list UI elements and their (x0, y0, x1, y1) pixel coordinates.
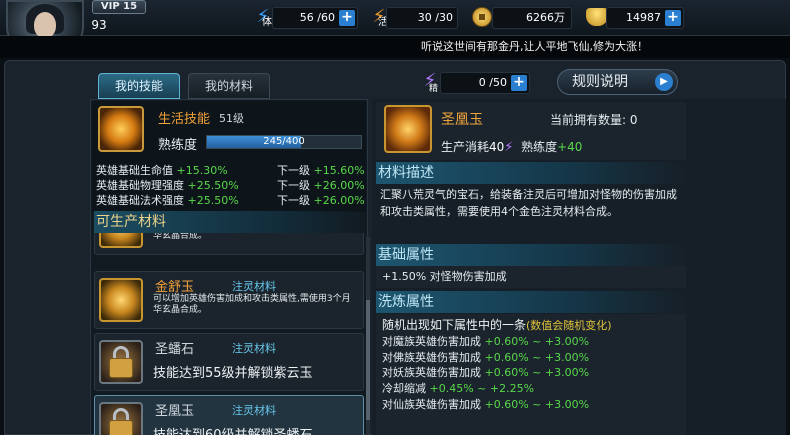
material-description: 汇聚八荒灵气的宝石，给装备注灵后可增加对怪物的伤害加成和攻击类属性，需要使用4个… (380, 188, 677, 218)
detail-material-icon (384, 105, 432, 153)
list-item[interactable]: 金舒玉 注灵材料 可以增加英雄伤害加成和攻击类属性,需使用3个月华玄晶合成。 (94, 271, 364, 329)
unlock-requirement: 技能达到55级并解锁紫云玉 (153, 366, 313, 381)
material-type: 注灵材料 (232, 280, 276, 293)
proficiency-bar: 245/400 (206, 135, 362, 149)
production-cost: 生产消耗40⚡ 熟练度+40 (441, 140, 583, 155)
material-desc-title: 材料描述 (376, 162, 686, 184)
coins-value: 6266万 (526, 11, 565, 24)
refine-line: 对佛族英雄伤害加成 +0.60% ~ +3.00% (382, 351, 590, 364)
proficiency-text: 245/400 (263, 136, 305, 147)
stamina-add-button[interactable]: + (339, 10, 355, 26)
stamina-counter: 56 /60 + (272, 7, 358, 29)
rules-button-label: 规则说明 (572, 74, 628, 90)
ingots-add-button[interactable]: + (665, 10, 681, 26)
material-list[interactable]: 可以增加英雄伤害减免和防御类属性,需使用3个月华玄晶合成。 金舒玉 注灵材料 可… (92, 233, 368, 435)
material-icon (99, 233, 143, 248)
list-item-selected[interactable]: 圣凰玉 注灵材料 技能达到60级并解锁圣蟠石 (94, 395, 364, 435)
material-name: 圣凰玉 (155, 404, 195, 419)
skill-icon (98, 106, 144, 152)
chevron-right-icon: ▶ (655, 73, 673, 91)
stamina-value: 56 /60 (299, 11, 335, 24)
list-item[interactable]: 可以增加英雄伤害减免和防御类属性,需使用3个月华玄晶合成。 (94, 233, 364, 255)
refine-attr-title: 洗炼属性 (376, 291, 686, 313)
material-name: 金舒玉 (155, 280, 195, 295)
unlock-requirement: 技能达到60级并解锁圣蟠石 (153, 424, 313, 435)
skill-level: 51级 (219, 112, 244, 125)
tab-my-materials[interactable]: 我的材料 (188, 73, 270, 99)
list-item[interactable]: 圣蟠石 注灵材料 技能达到55级并解锁紫云玉 (94, 333, 364, 391)
vitality-value: 30 /30 (417, 11, 453, 24)
detail-material-name: 圣凰玉 (441, 112, 483, 128)
material-icon (99, 278, 143, 322)
rules-button[interactable]: 规则说明 ▶ (557, 69, 678, 95)
essence-icon: 精 ⚡ (423, 70, 439, 94)
coins-counter: 6266万 (492, 7, 572, 29)
material-desc: 可以增加英雄伤害加成和攻击类属性,需使用3个月华玄晶合成。 (153, 294, 351, 315)
material-desc: 可以增加英雄伤害减免和防御类属性,需使用3个月华玄晶合成。 (153, 233, 208, 241)
essence-counter: 0 /50 + (440, 72, 530, 94)
refine-line: 冷却缩减 +0.45% ~ +2.25% (382, 382, 535, 395)
material-name: 圣蟠石 (155, 342, 195, 357)
material-type: 注灵材料 (232, 342, 276, 355)
essence-value: 0 /50 (478, 76, 507, 89)
vip-badge[interactable]: VIP 15 (92, 0, 146, 14)
producible-materials-title: 可生产材料 (94, 211, 366, 233)
ingot-icon (586, 8, 608, 26)
lock-icon (99, 402, 143, 435)
coin-icon (472, 7, 492, 27)
material-type: 注灵材料 (232, 404, 276, 417)
player-level: 93 (91, 18, 107, 32)
proficiency-label: 熟练度 (158, 138, 198, 153)
stamina-icon: 体 ⚡ (256, 6, 272, 28)
basic-attr-value: +1.50% 对怪物伤害加成 (376, 266, 686, 288)
refine-line: 对魔族英雄伤害加成 +0.60% ~ +3.00% (382, 335, 590, 348)
ingots-counter: 14987 + (606, 7, 684, 29)
ingots-value: 14987 (626, 11, 661, 24)
announcement-marquee: 听说这世间有那金丹,让人平地飞仙,修为大涨！ (0, 36, 790, 58)
refine-line: 对仙族英雄伤害加成 +0.60% ~ +3.00% (382, 398, 590, 411)
tab-my-skills[interactable]: 我的技能 (98, 73, 180, 99)
stat-row: 英雄基础法术强度 +25.50% 下一级 +26.00% (96, 194, 365, 207)
refine-line: 对妖族英雄伤害加成 +0.60% ~ +3.00% (382, 366, 590, 379)
scrollbar-thumb[interactable] (366, 300, 370, 420)
skill-name: 生活技能 (158, 112, 211, 127)
essence-add-button[interactable]: + (511, 75, 527, 91)
refine-head: 随机出现如下属性中的一条(数值会随机变化) (382, 318, 612, 332)
vitality-counter: 30 /30 (386, 7, 458, 29)
essence-icon: ⚡ (504, 140, 514, 155)
lock-icon (99, 340, 143, 384)
stat-row: 英雄基础物理强度 +25.50% 下一级 +26.00% (96, 179, 365, 192)
basic-attr-title: 基础属性 (376, 244, 686, 266)
stat-row: 英雄基础生命值 +15.30% 下一级 +15.60% (96, 164, 365, 177)
owned-count: 当前拥有数量: 0 (550, 113, 638, 127)
